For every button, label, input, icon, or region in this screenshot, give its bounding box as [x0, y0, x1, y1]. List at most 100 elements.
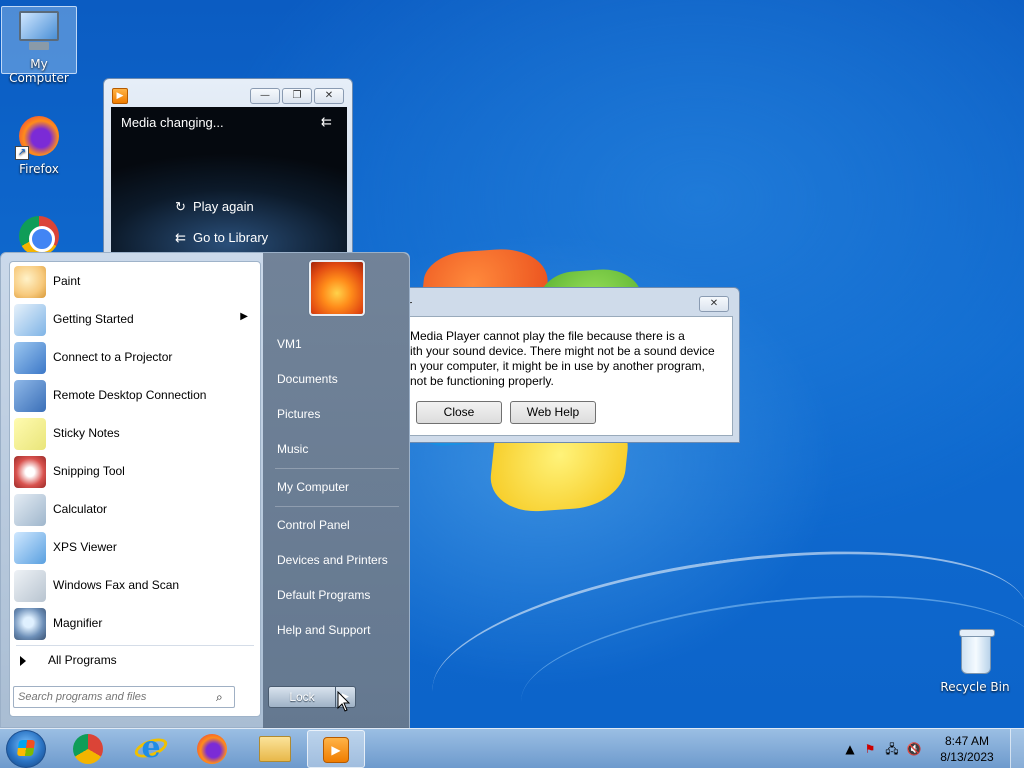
dialog-message-line: not be functioning properly.: [410, 374, 554, 388]
start-menu[interactable]: Paint Getting Started ▶ Connect to a Pro…: [0, 252, 410, 729]
clock-date: 8/13/2023: [940, 750, 994, 764]
program-remote-desktop[interactable]: Remote Desktop Connection: [12, 378, 258, 414]
taskbar: e ▶ ▲ ⚑ 🖧 🔇 8:47 AM 8/13/2023: [0, 728, 1024, 768]
program-sticky-notes[interactable]: Sticky Notes: [12, 416, 258, 452]
place-help-and-support[interactable]: Help and Support: [277, 623, 370, 637]
media-player-titlebar[interactable]: ▶ — ❐ ✕: [104, 79, 352, 107]
program-calculator[interactable]: Calculator: [12, 492, 258, 528]
windows-media-player-icon: ▶: [323, 737, 349, 763]
desktop-icon-my-computer[interactable]: My Computer: [1, 6, 77, 85]
volume-muted-icon[interactable]: 🔇: [906, 741, 922, 757]
paint-icon: [14, 266, 46, 298]
dialog-body: Media Player cannot play the file becaus…: [405, 316, 733, 436]
program-snipping-tool[interactable]: Snipping Tool: [12, 454, 258, 490]
computer-icon: [15, 7, 63, 55]
media-player-error-dialog[interactable]: r ✕ Media Player cannot play the file be…: [398, 287, 740, 443]
firefox-icon: ↗: [15, 112, 63, 160]
place-music[interactable]: Music: [277, 442, 308, 456]
web-help-button[interactable]: Web Help: [510, 401, 596, 424]
desktop-icon-firefox[interactable]: ↗ Firefox: [1, 112, 77, 176]
program-connect-to-projector[interactable]: Connect to a Projector: [12, 340, 258, 376]
clock-time: 8:47 AM: [944, 734, 990, 748]
shortcut-arrow-icon: ↗: [15, 146, 29, 160]
system-clock[interactable]: 8:47 AM 8/13/2023: [932, 733, 1002, 765]
desktop-icon-label: My Computer: [9, 57, 69, 85]
place-default-programs[interactable]: Default Programs: [277, 588, 370, 602]
show-desktop-button[interactable]: [1010, 729, 1024, 768]
restore-button[interactable]: ❐: [282, 88, 312, 104]
start-search-box[interactable]: ⌕: [13, 686, 235, 708]
switch-to-library-icon[interactable]: ⇇: [321, 115, 337, 131]
snipping-tool-icon: [14, 456, 46, 488]
network-icon[interactable]: 🖧: [884, 741, 900, 757]
lock-button[interactable]: Lock: [268, 686, 336, 708]
program-label: Snipping Tool: [53, 464, 125, 478]
remote-desktop-icon: [14, 380, 46, 412]
play-again-link[interactable]: ↻ Play again: [175, 199, 254, 215]
user-avatar[interactable]: [309, 260, 365, 316]
place-pictures[interactable]: Pictures: [277, 407, 320, 421]
places-separator: [275, 506, 399, 507]
place-control-panel[interactable]: Control Panel: [277, 518, 350, 532]
place-user-folder[interactable]: VM1: [277, 337, 302, 351]
all-programs-arrow-icon: [20, 655, 26, 666]
media-status-text: Media changing...: [121, 115, 224, 130]
place-my-computer[interactable]: My Computer: [277, 480, 349, 494]
replay-icon: ↻: [175, 199, 186, 214]
dialog-titlebar[interactable]: r ✕: [399, 288, 739, 316]
internet-explorer-icon: e: [141, 730, 161, 765]
sticky-notes-icon: [14, 418, 46, 450]
desktop-icon-label: Firefox: [19, 162, 59, 176]
start-menu-programs-pane: Paint Getting Started ▶ Connect to a Pro…: [9, 261, 261, 717]
program-label: Remote Desktop Connection: [53, 388, 207, 402]
program-windows-fax-and-scan[interactable]: Windows Fax and Scan: [12, 568, 258, 604]
minimize-button[interactable]: —: [250, 88, 280, 104]
program-getting-started[interactable]: Getting Started ▶: [12, 302, 258, 338]
program-label: Windows Fax and Scan: [53, 578, 180, 592]
play-again-label: Play again: [193, 199, 254, 214]
show-hidden-icons-icon[interactable]: ▲: [842, 741, 858, 757]
recycle-bin-icon: [951, 629, 999, 678]
explorer-folder-icon: [259, 736, 291, 762]
dialog-message: Media Player cannot play the file becaus…: [410, 329, 726, 389]
desktop-icon-recycle-bin[interactable]: Recycle Bin: [937, 629, 1013, 694]
go-to-library-link[interactable]: ⇇ Go to Library: [175, 230, 268, 246]
close-button[interactable]: ✕: [314, 88, 344, 104]
program-paint[interactable]: Paint: [12, 264, 258, 300]
search-input[interactable]: [18, 689, 208, 705]
taskbar-windows-explorer[interactable]: [246, 730, 304, 768]
action-center-icon[interactable]: ⚑: [862, 741, 878, 757]
close-button[interactable]: Close: [416, 401, 502, 424]
start-orb[interactable]: [6, 730, 46, 768]
mouse-cursor-icon: [337, 691, 351, 712]
submenu-arrow-icon: ▶: [240, 311, 248, 322]
taskbar-internet-explorer[interactable]: e: [122, 730, 180, 768]
windows-media-player-icon: ▶: [112, 88, 128, 104]
firefox-icon: [197, 734, 227, 764]
all-programs-label: All Programs: [48, 653, 117, 667]
place-documents[interactable]: Documents: [277, 372, 338, 386]
taskbar-firefox[interactable]: [184, 730, 242, 768]
program-label: Calculator: [53, 502, 108, 516]
taskbar-windows-media-player[interactable]: ▶: [307, 730, 365, 768]
program-magnifier[interactable]: Magnifier: [12, 606, 258, 642]
places-separator: [275, 468, 399, 469]
fax-scan-icon: [14, 570, 46, 602]
desktop-icon-label: Recycle Bin: [940, 680, 1010, 694]
search-icon[interactable]: ⌕: [216, 690, 230, 704]
taskbar-chrome[interactable]: [60, 730, 118, 768]
all-programs-button[interactable]: All Programs: [20, 653, 117, 667]
magnifier-icon: [14, 608, 46, 640]
go-to-library-label: Go to Library: [193, 230, 269, 245]
programs-separator: [16, 645, 254, 646]
notification-area: ▲ ⚑ 🖧 🔇 8:47 AM 8/13/2023: [834, 729, 1024, 768]
getting-started-icon: [14, 304, 46, 336]
dialog-close-button[interactable]: ✕: [699, 296, 729, 312]
dialog-message-line: Media Player cannot play the file becaus…: [410, 329, 685, 343]
program-xps-viewer[interactable]: XPS Viewer: [12, 530, 258, 566]
library-icon: ⇇: [175, 230, 186, 245]
dialog-message-line: n your computer, it might be in use by a…: [410, 359, 705, 373]
media-player-window[interactable]: ▶ — ❐ ✕ Media changing... ⇇ ↻ Play again …: [103, 78, 353, 259]
place-devices-and-printers[interactable]: Devices and Printers: [277, 553, 388, 567]
start-menu-places-pane: VM1 Documents Pictures Music My Computer…: [263, 253, 409, 729]
